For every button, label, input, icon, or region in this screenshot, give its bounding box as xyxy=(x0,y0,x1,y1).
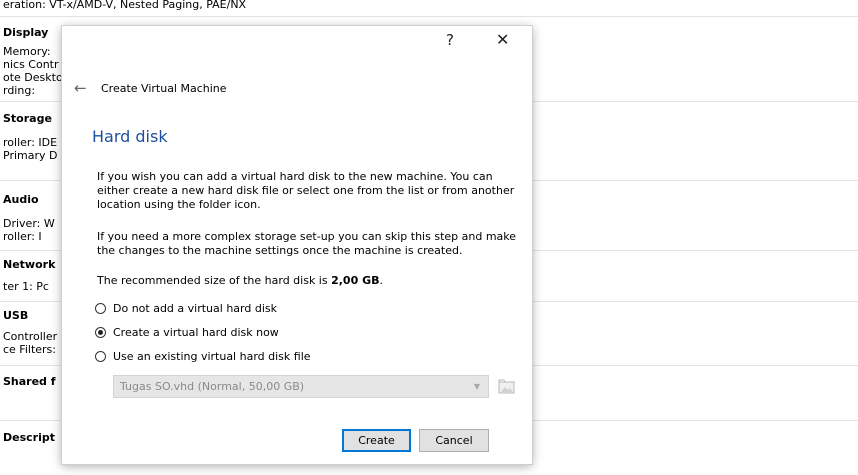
storage-line: roller: IDE xyxy=(3,136,58,149)
section-network-heading: Network xyxy=(3,258,56,271)
chevron-down-icon: ▼ xyxy=(473,382,480,391)
create-vm-dialog: ? ✕ ← Create Virtual Machine Hard disk I… xyxy=(62,26,532,464)
storage-hint-paragraph: If you need a more complex storage set-u… xyxy=(97,230,517,257)
create-button[interactable]: Create xyxy=(342,429,411,452)
network-line: ter 1: Pc xyxy=(3,280,49,293)
recommended-size-text: The recommended size of the hard disk is… xyxy=(97,274,522,288)
audio-line: Driver: W xyxy=(3,217,55,230)
back-arrow-icon[interactable]: ← xyxy=(74,79,87,97)
usb-line: Controller xyxy=(3,330,58,343)
display-line: nics Contr xyxy=(3,58,59,71)
section-storage-heading: Storage xyxy=(3,112,52,125)
radio-button[interactable] xyxy=(95,350,106,362)
radio-button-checked[interactable] xyxy=(95,326,106,338)
usb-line: ce Filters: xyxy=(3,343,56,356)
selected-disk-file: Tugas SO.vhd (Normal, 50,00 GB) xyxy=(120,380,305,393)
section-description-heading: Descript xyxy=(3,431,55,444)
display-line: Memory: xyxy=(3,45,51,58)
option-label: Do not add a virtual hard disk xyxy=(113,301,277,315)
choose-disk-folder-button[interactable] xyxy=(496,376,516,396)
acceleration-line: eration: VT-x/AMD-V, Nested Paging, PAE/… xyxy=(3,0,247,11)
option-existing-disk[interactable]: Use an existing virtual hard disk file xyxy=(95,348,311,364)
option-label: Use an existing virtual hard disk file xyxy=(113,349,311,363)
option-no-disk[interactable]: Do not add a virtual hard disk xyxy=(95,300,277,316)
section-display-heading: Display xyxy=(3,26,49,39)
option-label: Create a virtual hard disk now xyxy=(113,325,279,339)
storage-line: Primary D xyxy=(3,149,58,162)
recommended-size-suffix: . xyxy=(379,274,383,287)
option-create-disk[interactable]: Create a virtual hard disk now xyxy=(95,324,279,340)
section-usb-heading: USB xyxy=(3,309,29,322)
recommended-size-prefix: The recommended size of the hard disk is xyxy=(97,274,332,287)
cancel-button[interactable]: Cancel xyxy=(419,429,489,452)
existing-disk-select[interactable]: Tugas SO.vhd (Normal, 50,00 GB) ▼ xyxy=(113,375,489,398)
description-paragraph: If you wish you can add a virtual hard d… xyxy=(97,170,515,211)
radio-button[interactable] xyxy=(95,302,106,314)
recommended-size-value: 2,00 GB xyxy=(331,274,380,287)
dialog-title: Create Virtual Machine xyxy=(101,82,227,95)
display-line: rding: xyxy=(3,84,36,97)
close-icon[interactable]: ✕ xyxy=(496,30,509,49)
section-audio-heading: Audio xyxy=(3,193,39,206)
separator xyxy=(0,16,858,17)
display-line: ote Deskto xyxy=(3,71,63,84)
section-shared-heading: Shared f xyxy=(3,375,56,388)
page-title: Hard disk xyxy=(92,127,168,146)
help-button[interactable]: ? xyxy=(446,31,454,49)
folder-icon xyxy=(498,379,514,393)
audio-line: roller: I xyxy=(3,230,42,243)
